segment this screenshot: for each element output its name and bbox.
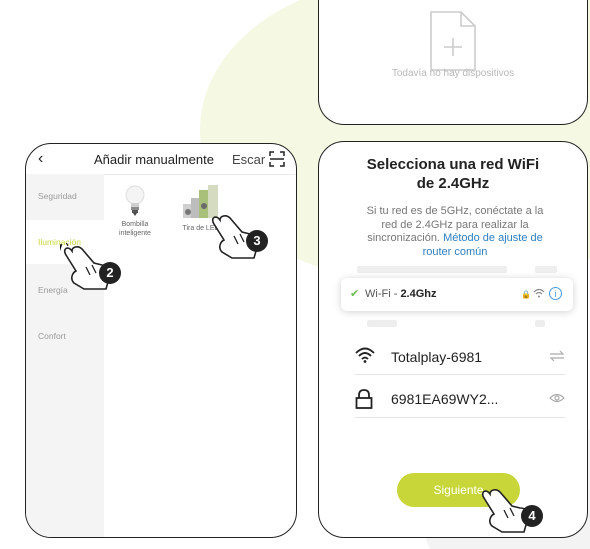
blurred-row xyxy=(535,320,545,327)
sidebar-item-security[interactable]: Seguridad xyxy=(26,174,104,218)
instruction-text: Si tu red es de 5GHz, conéctate a la red… xyxy=(343,205,567,259)
add-manually-screen: ‹ Añadir manualmente Escar Seguridad Ilu… xyxy=(25,143,297,538)
page-title: Selecciona una red WiFi de 2.4GHz xyxy=(339,155,567,193)
step-3-badge: 3 xyxy=(246,230,268,252)
step-2-badge: 2 xyxy=(99,262,121,284)
router-guide-link[interactable]: router común xyxy=(343,246,567,260)
wifi-signal-icon xyxy=(533,288,545,298)
empty-file-icon xyxy=(430,11,476,71)
desc-line: Si tu red es de 5GHz, conéctate a la xyxy=(366,205,544,217)
wifi-band-label: Wi-Fi - 2.4Ghz xyxy=(365,288,437,300)
check-icon: ✔ xyxy=(350,288,360,300)
category-sidebar: Seguridad Iluminación Energía Confort xyxy=(26,174,104,537)
network-name-value: Totalplay-6981 xyxy=(391,349,483,365)
password-field[interactable]: 6981EA69WY2... xyxy=(355,385,573,415)
title-line: de 2.4GHz xyxy=(416,175,490,192)
title-line: Selecciona una red WiFi xyxy=(366,156,540,173)
router-guide-link[interactable]: Método de ajuste de xyxy=(443,232,543,244)
bulb-icon xyxy=(125,185,145,216)
header: ‹ Añadir manualmente Escar xyxy=(26,144,296,175)
divider xyxy=(355,374,565,375)
device-label: Bombilla xyxy=(121,221,149,228)
eye-icon[interactable] xyxy=(549,392,565,404)
step-4-badge: 4 xyxy=(521,505,543,527)
lock-icon: 🔒 xyxy=(521,290,531,299)
page-title: Añadir manualmente xyxy=(94,152,214,167)
wifi-select-screen: Selecciona una red WiFi de 2.4GHz Si tu … xyxy=(318,141,588,538)
empty-state-text: Todavía no hay dispositivos xyxy=(391,68,515,79)
wifi-icon xyxy=(355,347,375,363)
scan-label[interactable]: Escar xyxy=(232,152,265,167)
device-list-screen: Todavía no hay dispositivos xyxy=(318,0,588,125)
desc-line: red de 2.4GHz para realizar la xyxy=(381,218,529,231)
wifi-band-option[interactable]: ✔ Wi-Fi - 2.4Ghz 🔒 i xyxy=(341,278,573,311)
back-chevron-icon[interactable]: ‹ xyxy=(38,150,43,168)
blurred-row xyxy=(367,320,397,327)
wifi-band: 2.4Ghz xyxy=(400,288,437,300)
divider xyxy=(355,417,565,418)
switch-network-icon[interactable] xyxy=(549,350,565,362)
wifi-prefix: Wi-Fi - xyxy=(365,288,401,300)
password-value: 6981EA69WY2... xyxy=(391,391,499,407)
sidebar-item-comfort[interactable]: Confort xyxy=(26,314,104,358)
blurred-row xyxy=(357,266,507,273)
device-bulb[interactable]: Bombilla inteligente xyxy=(113,184,157,238)
info-icon[interactable]: i xyxy=(549,287,562,300)
blurred-row xyxy=(535,266,557,273)
network-name-field[interactable]: Totalplay-6981 xyxy=(355,343,573,373)
desc-line: sincronización. Método de ajuste de xyxy=(343,232,567,246)
device-label: inteligente xyxy=(119,230,151,237)
scan-icon[interactable] xyxy=(269,151,285,167)
lock-icon xyxy=(355,389,373,409)
desc-plain-text: sincronización. xyxy=(367,232,444,244)
